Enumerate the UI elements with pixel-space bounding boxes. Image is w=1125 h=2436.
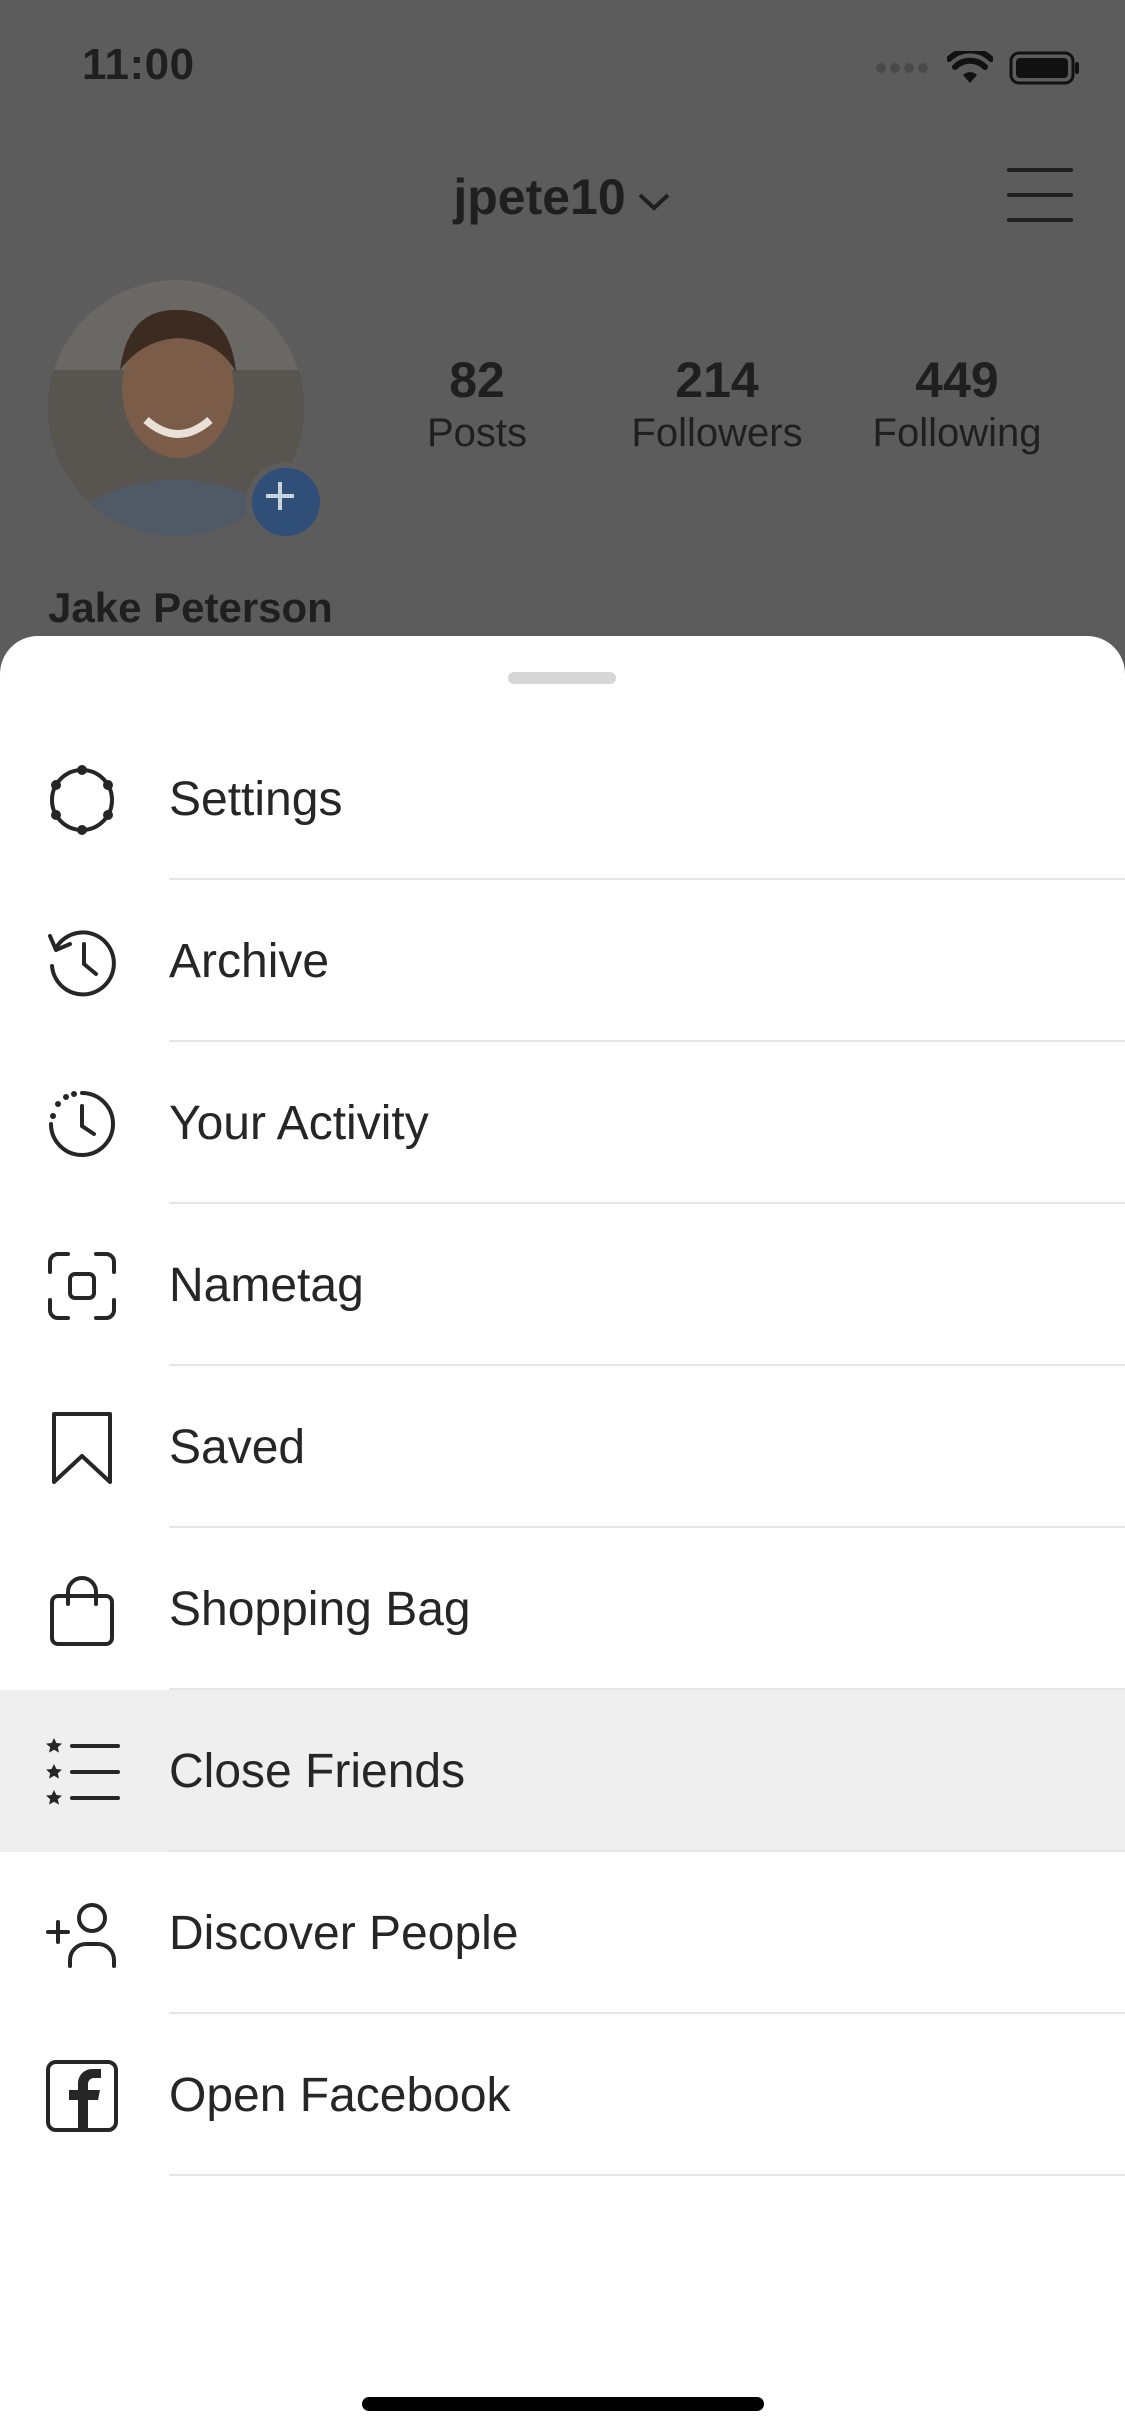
following-label: Following (872, 411, 1042, 455)
settings-gear-icon (50, 765, 114, 835)
following-count: 449 (915, 352, 999, 408)
close-friends-list-icon (46, 1738, 120, 1805)
followers-label: Followers (631, 411, 803, 455)
menu-item-settings[interactable]: Settings (0, 718, 1125, 880)
menu-item-label: Your Activity (169, 1097, 429, 1150)
menu-item-label: Nametag (169, 1259, 364, 1312)
status-time: 11:00 (82, 40, 195, 89)
posts-stat[interactable]: 82 Posts (377, 352, 577, 458)
full-name: Jake Peterson (48, 584, 333, 631)
menu-item-label: Discover People (169, 1907, 519, 1960)
menu-item-close-friends[interactable]: Close Friends (0, 1690, 1125, 1852)
posts-label: Posts (426, 411, 528, 455)
menu-item-label: Close Friends (169, 1745, 466, 1798)
hamburger-menu-icon[interactable] (1007, 168, 1073, 226)
menu-item-archive[interactable]: Archive (0, 880, 1125, 1042)
profile-background: 11:00 jpete10 82 Posts 214 Followers 449… (0, 0, 1125, 700)
menu-item-saved[interactable]: Saved (0, 1366, 1125, 1528)
menu-item-your-activity[interactable]: Your Activity (0, 1042, 1125, 1204)
wifi-icon (947, 51, 993, 83)
menu-item-shopping-bag[interactable]: Shopping Bag (0, 1528, 1125, 1690)
followers-count: 214 (675, 352, 759, 408)
username-switcher[interactable]: jpete10 (0, 168, 1125, 226)
menu-item-nametag[interactable]: Nametag (0, 1204, 1125, 1366)
nametag-scan-icon (48, 1252, 116, 1320)
menu-item-label: Shopping Bag (169, 1583, 471, 1636)
posts-count: 82 (449, 352, 505, 408)
menu-item-label: Saved (169, 1421, 306, 1474)
chevron-down-icon (638, 193, 670, 211)
menu-item-open-facebook[interactable]: Open Facebook (0, 2014, 1125, 2176)
home-indicator[interactable] (362, 2397, 764, 2411)
activity-clock-icon (49, 1091, 115, 1157)
menu-bottom-sheet: Settings Archive Your Activity Nametag S… (0, 636, 1125, 2436)
followers-stat[interactable]: 214 Followers (617, 352, 817, 458)
facebook-icon (46, 2060, 118, 2132)
menu-item-discover-people[interactable]: Discover People (0, 1852, 1125, 2014)
following-stat[interactable]: 449 Following (857, 352, 1057, 458)
archive-history-icon (48, 930, 116, 997)
menu-item-label: Open Facebook (169, 2069, 511, 2122)
status-icons (875, 48, 1081, 88)
menu-item-label: Archive (169, 935, 330, 988)
add-person-icon (46, 1903, 116, 1968)
menu-list: Settings Archive Your Activity Nametag S… (0, 718, 1125, 2176)
menu-item-label: Settings (169, 773, 343, 826)
bookmark-icon (52, 1412, 112, 1484)
signal-icon (876, 63, 928, 73)
divider (169, 2174, 1125, 2176)
sheet-grabber[interactable] (508, 672, 616, 684)
shopping-bag-icon (50, 1576, 114, 1646)
plus-icon (266, 482, 294, 510)
battery-icon (1009, 51, 1079, 85)
add-story-button[interactable] (246, 462, 326, 542)
username: jpete10 (453, 169, 626, 225)
